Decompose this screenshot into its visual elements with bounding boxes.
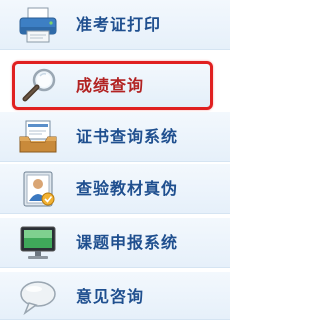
menu-item-label: 准考证打印 [76,15,162,34]
menu-item-score-query[interactable]: 成绩查询 [12,61,213,110]
menu-item-label: 意见咨询 [76,287,145,306]
monitor-icon [16,223,60,263]
printer-icon [16,5,60,45]
menu-item-label: 查验教材真伪 [76,179,179,198]
magnifier-icon [19,65,63,105]
certificate-tray-icon [16,117,60,157]
textbook-verify-icon [16,169,60,209]
menu-item-certificate-query-system[interactable]: 证书查询系统 [0,112,230,162]
menu-item-project-application-system[interactable]: 课题申报系统 [0,218,230,268]
side-menu: 准考证打印 成绩查询 证书查询系统 查验教材真伪 课题申报系统 意见咨询 [0,0,230,320]
menu-item-admission-ticket-print[interactable]: 准考证打印 [0,0,230,50]
menu-item-label: 课题申报系统 [76,233,179,252]
speech-bubble-icon [16,277,60,317]
menu-item-label: 成绩查询 [76,76,145,95]
menu-item-feedback-consultation[interactable]: 意见咨询 [0,272,230,320]
menu-item-textbook-verification[interactable]: 查验教材真伪 [0,164,230,214]
menu-item-label: 证书查询系统 [76,127,179,146]
